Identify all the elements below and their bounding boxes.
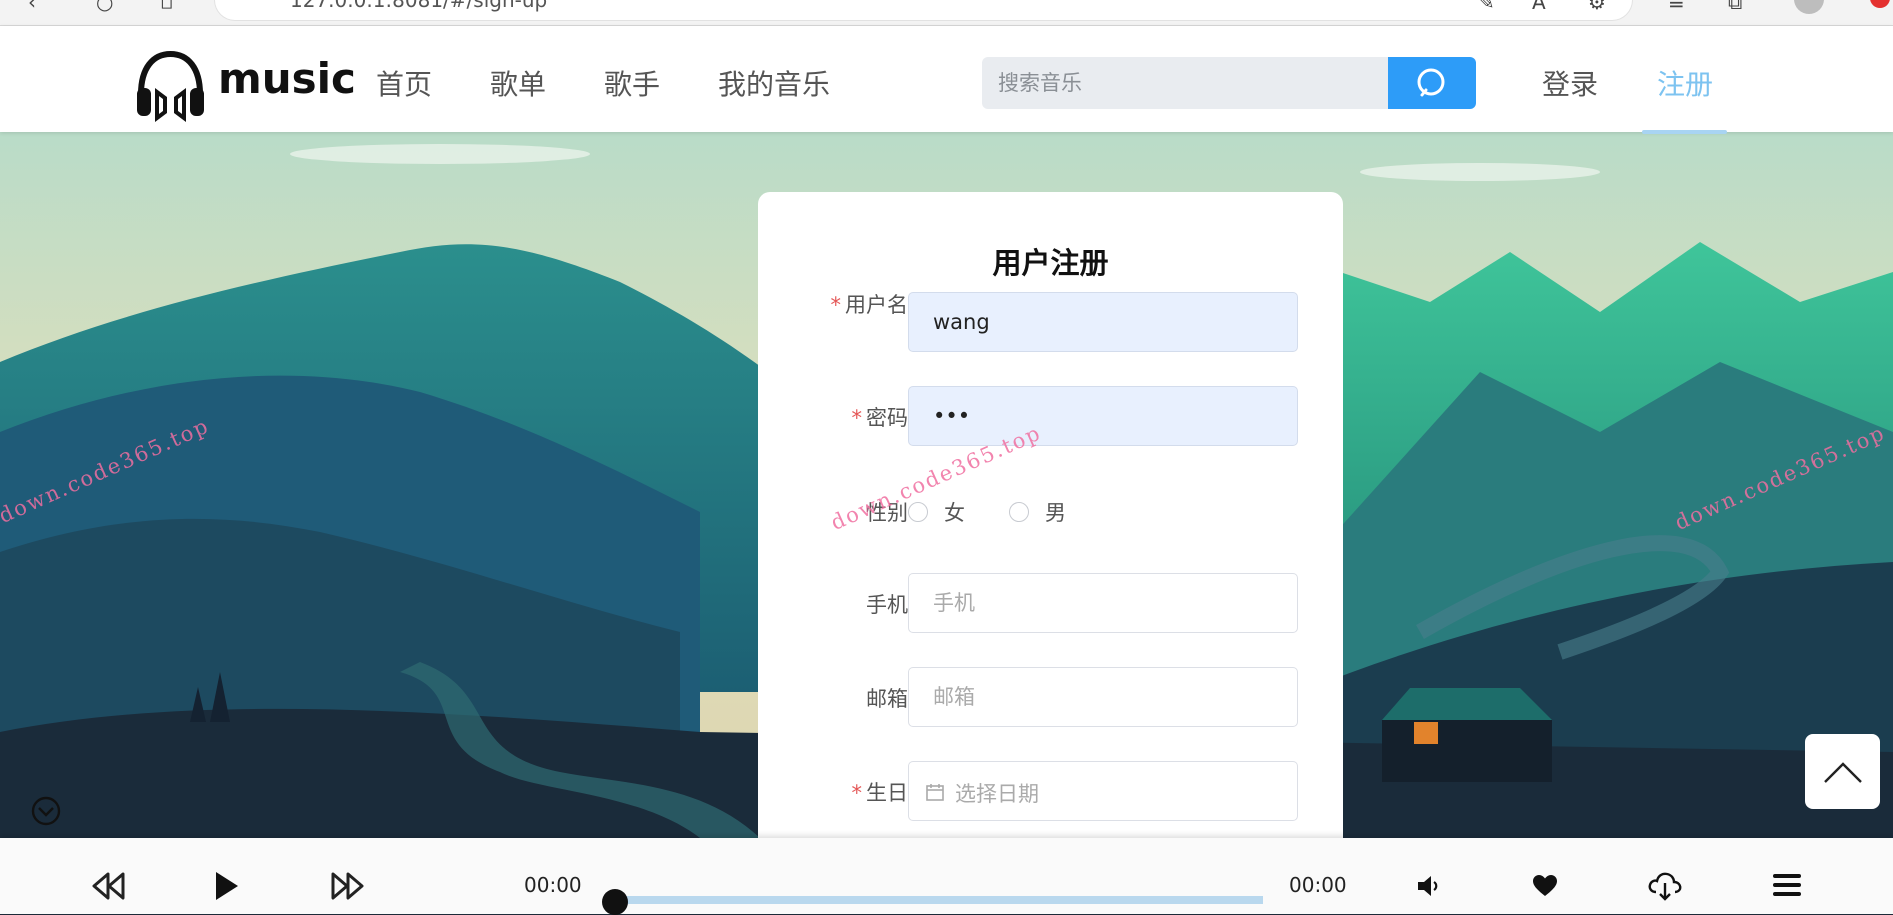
heart-icon[interactable] [1532,874,1558,898]
read-aloud-icon[interactable]: A [1532,0,1546,14]
headphones-logo-icon[interactable] [133,48,208,123]
edit-icon[interactable]: ✎ [1478,0,1495,14]
birthday-placeholder: 选择日期 [955,782,1039,806]
username-input[interactable] [908,292,1298,352]
play-icon[interactable] [214,870,240,902]
password-label: * 密码 [778,402,909,432]
email-label: 邮箱 [866,687,908,711]
site-header: music 首页 歌单 歌手 我的音乐 登录 注册 [0,26,1893,134]
search-input[interactable] [982,57,1388,109]
nav-playlists[interactable]: 歌单 [490,63,546,103]
required-mark: * [830,293,842,317]
back-icon[interactable]: ‹ [28,0,36,14]
phone-label: 手机 [866,593,908,617]
email-input[interactable] [908,667,1298,727]
current-time: 00:00 [524,873,582,897]
password-input[interactable] [908,386,1298,446]
next-track-icon[interactable] [330,872,364,900]
gender-male-radio[interactable] [1009,502,1029,522]
required-mark: * [851,781,863,805]
search-icon [1417,68,1445,97]
reload-icon[interactable]: ○ [96,0,113,14]
tabs-icon[interactable]: ▫ [160,0,174,14]
logo-text[interactable]: music [218,54,356,103]
chevron-down-circle-icon[interactable] [31,796,61,826]
nav-singers[interactable]: 歌手 [604,63,660,103]
chevron-up-icon [1823,761,1862,783]
profile-avatar[interactable] [1794,0,1824,14]
browser-toolbar: ‹ ○ ▫ 127.0.0.1:8081/#/sign-up ✎ A ⚙ ≡ ⧉ [0,0,1893,26]
birthday-label: * 生日 [778,777,909,807]
total-time: 00:00 [1289,873,1347,897]
download-icon[interactable] [1648,870,1682,902]
calendar-icon [926,784,944,801]
signup-link[interactable]: 注册 [1657,63,1713,103]
password-label-text: 密码 [866,406,908,430]
notification-badge[interactable] [1870,0,1890,8]
phone-input[interactable] [908,573,1298,633]
form-title: 用户注册 [992,246,1109,280]
gender-male-label[interactable]: 男 [1045,497,1066,527]
search-button[interactable] [1388,57,1476,109]
extensions-icon[interactable]: ⚙ [1588,0,1606,14]
search-bar [982,57,1476,109]
required-mark: * [851,406,863,430]
volume-icon[interactable] [1416,874,1442,898]
favorites-icon[interactable]: ≡ [1668,0,1685,14]
birthday-date-picker[interactable]: 选择日期 [908,761,1298,821]
signup-active-indicator [1642,130,1727,134]
birthday-label-text: 生日 [866,781,908,805]
collections-icon[interactable]: ⧉ [1728,0,1742,14]
back-to-top-button[interactable] [1805,734,1880,809]
gender-female-label[interactable]: 女 [944,497,965,527]
login-link[interactable]: 登录 [1542,63,1598,103]
playlist-menu-icon[interactable] [1772,872,1802,898]
username-label: * 用户名 [778,289,909,319]
progress-bar[interactable] [615,896,1263,904]
username-label-text: 用户名 [845,293,908,317]
address-text[interactable]: 127.0.0.1:8081/#/sign-up [290,0,547,12]
nav-home[interactable]: 首页 [376,63,432,103]
gender-female-radio[interactable] [908,502,928,522]
progress-handle[interactable] [602,889,628,915]
previous-track-icon[interactable] [92,872,126,900]
music-player-bar: 00:00 00:00 [0,838,1893,915]
nav-my-music[interactable]: 我的音乐 [718,63,830,103]
